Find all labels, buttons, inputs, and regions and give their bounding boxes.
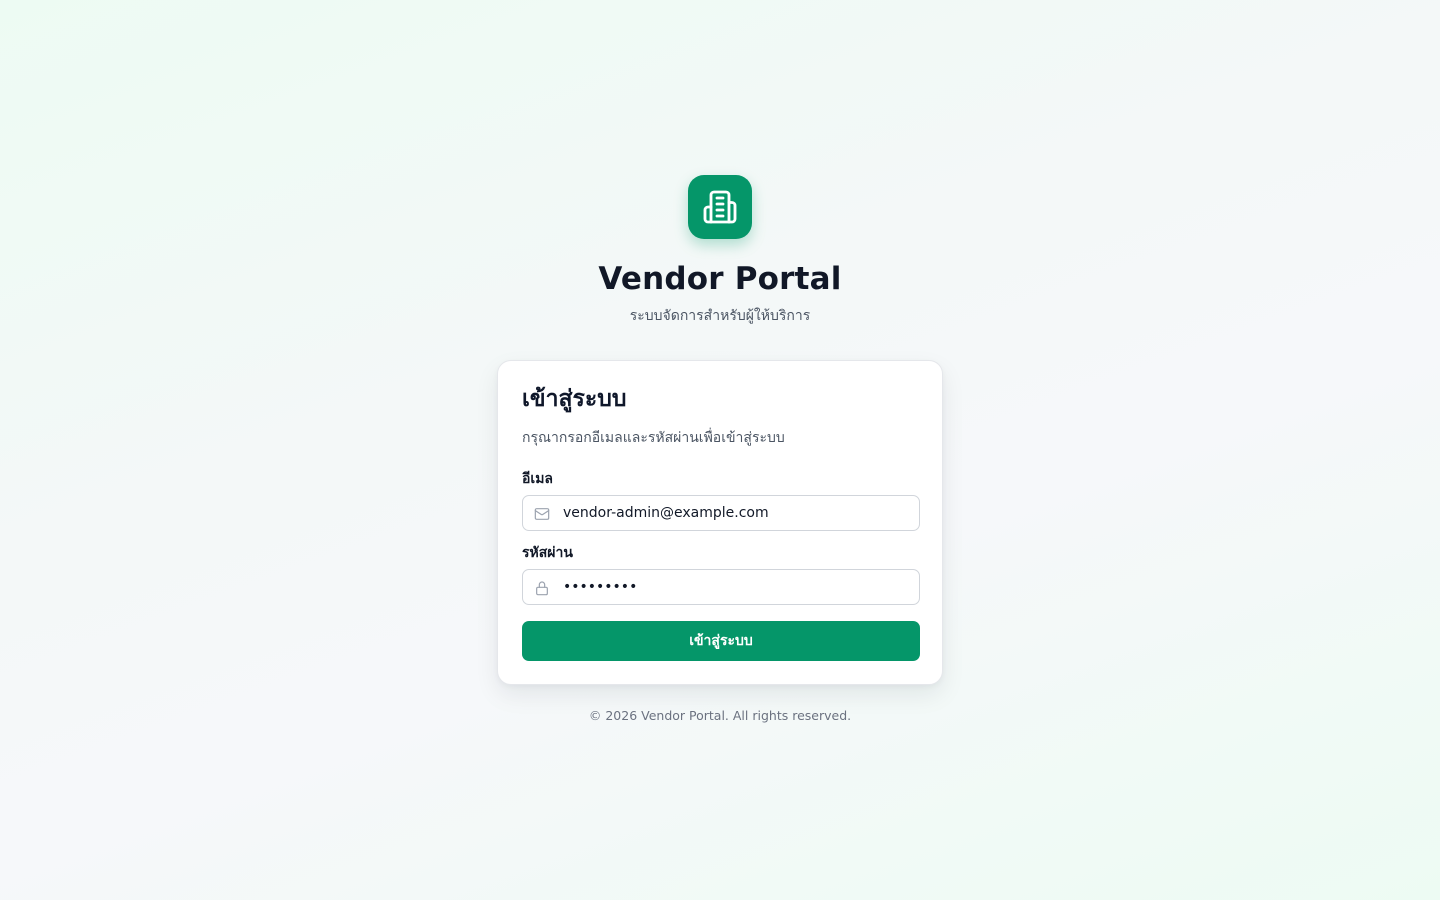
brand-title: Vendor Portal xyxy=(598,261,842,297)
password-label: รหัสผ่าน xyxy=(522,545,573,561)
footer-copyright: © 2026 Vendor Portal. All rights reserve… xyxy=(588,708,852,723)
lock-icon xyxy=(536,581,548,596)
login-description: กรุณากรอกอีเมลและรหัสผ่านเพื่อเข้าสู่ระบ… xyxy=(522,430,785,446)
login-page: Vendor Portal ระบบจัดการสำหรับผู้ให้บริก… xyxy=(0,0,1440,900)
login-card: เข้าสู่ระบบ กรุณากรอกอีเมลและรหัสผ่านเพื… xyxy=(497,360,943,685)
password-input[interactable] xyxy=(563,570,913,604)
password-field-wrapper[interactable] xyxy=(522,569,920,605)
mail-icon xyxy=(534,508,550,520)
building-icon xyxy=(703,190,737,224)
login-title: เข้าสู่ระบบ xyxy=(522,386,627,412)
brand-subtitle: ระบบจัดการสำหรับผู้ให้บริการ xyxy=(629,308,811,324)
brand-logo xyxy=(688,175,752,239)
email-input[interactable] xyxy=(563,496,913,530)
email-label: อีเมล xyxy=(522,471,554,487)
login-button[interactable]: เข้าสู่ระบบ xyxy=(522,621,920,661)
email-field-wrapper[interactable] xyxy=(522,495,920,531)
